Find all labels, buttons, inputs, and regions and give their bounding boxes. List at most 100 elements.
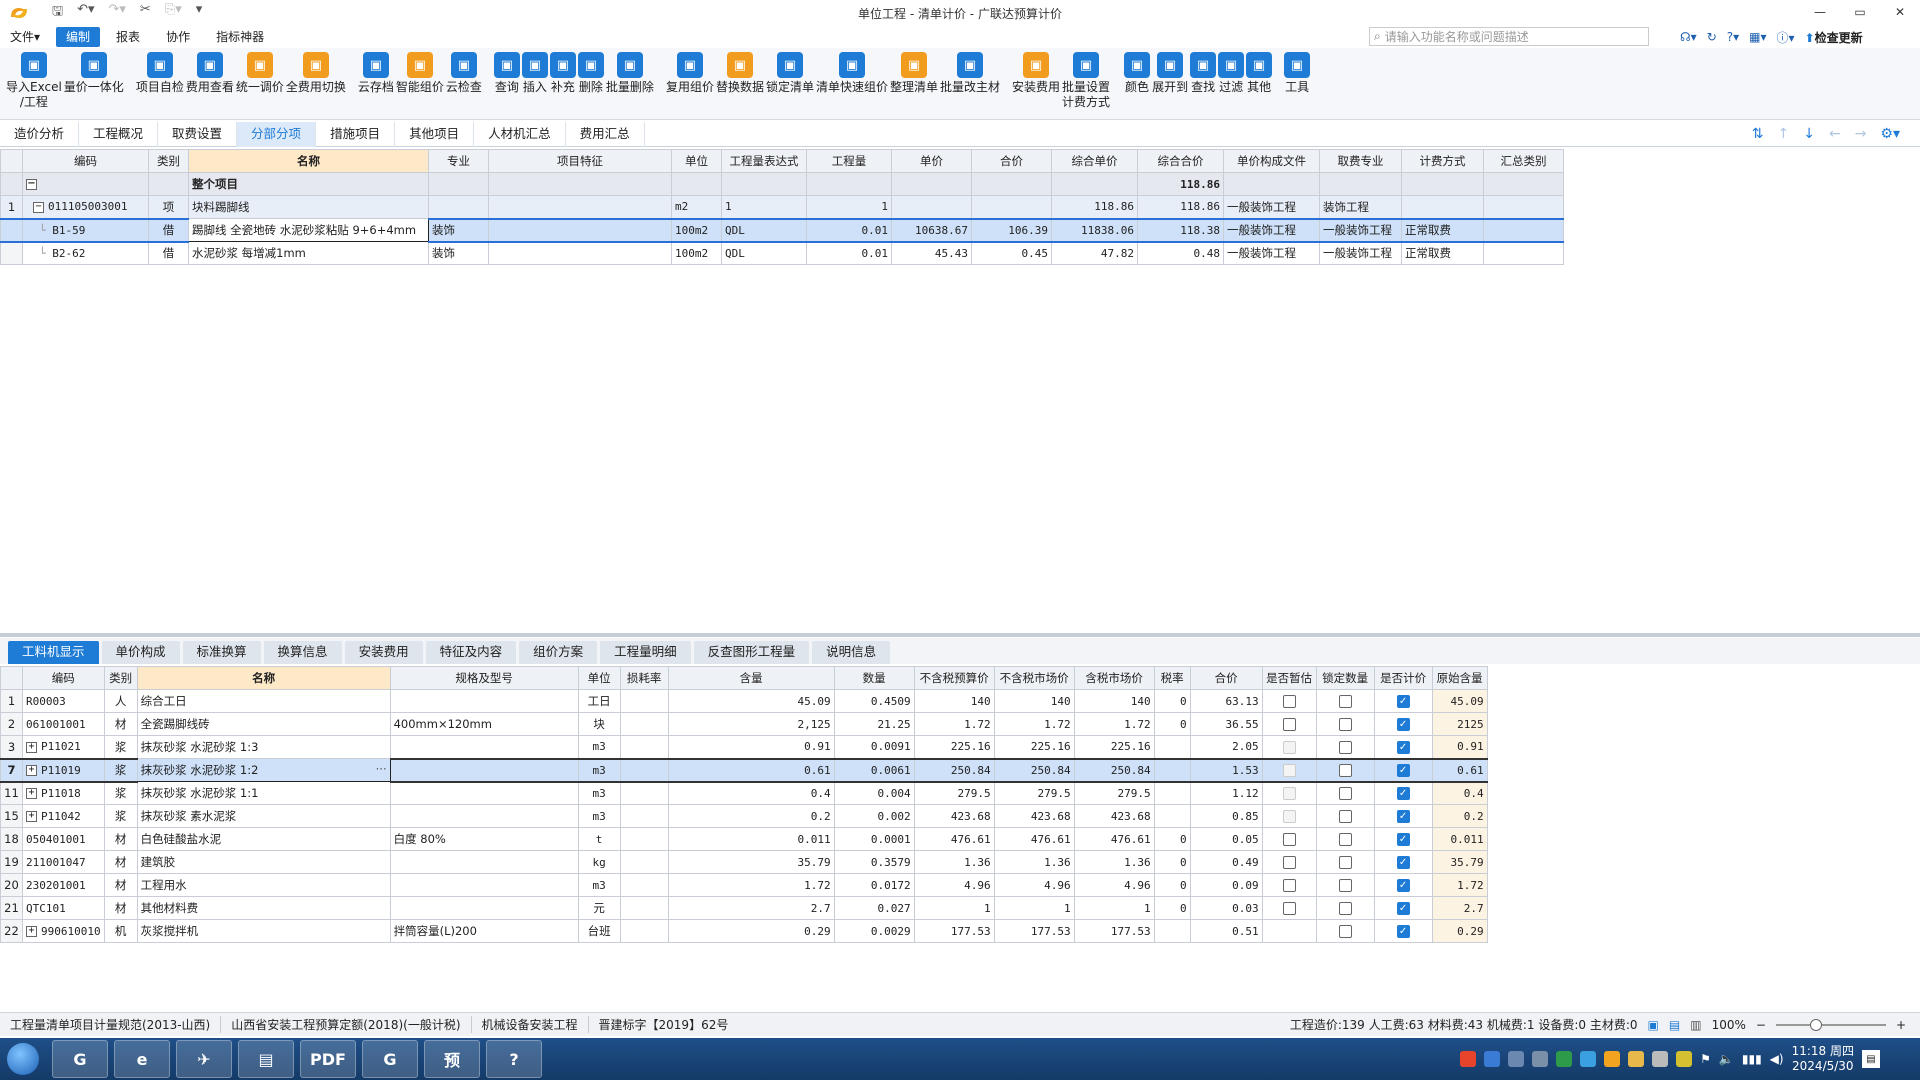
ribbon-button-10[interactable]: ▣ 插入 [521,48,548,95]
cell-cunit[interactable]: 47.82 [1051,241,1138,265]
cell-expr[interactable]: 1 [721,195,807,219]
column-header[interactable]: 综合合价 [1137,149,1224,173]
menu-edit[interactable]: 编制 [56,27,101,47]
ribbon-button-2[interactable]: ▣ 项目自检 [136,48,184,95]
cell-tp[interactable]: 4.96 [1073,873,1155,897]
column-header[interactable]: 合价 [1189,666,1263,690]
cell-unit[interactable]: m3 [577,735,621,759]
table-row[interactable]: 2 061001001 材全瓷踢脚线砖 400mm×120mm 块 2,125 21.25 1… [0,712,1488,736]
cell-content[interactable]: 0.61 [667,757,835,783]
help-icon[interactable]: ?▾ [1727,30,1739,44]
cell-qty[interactable]: 21.25 [833,712,915,736]
cell-bp[interactable]: 1 [913,896,995,920]
lock-quantity-checkbox[interactable] [1338,718,1352,731]
collapse-icon[interactable]: − [26,179,37,190]
tray-user-icon[interactable] [1508,1051,1525,1067]
cell-code[interactable]: QTC101 [22,896,105,920]
cell-lock[interactable] [1315,689,1375,713]
detail-tab-4[interactable]: 安装费用 [344,641,423,664]
cell-code[interactable]: 211001047 [22,850,105,874]
cell-feature[interactable] [488,217,672,243]
tray-folder-icon[interactable] [1628,1051,1645,1067]
cell-qty[interactable]: 0.004 [833,781,915,805]
cell-type[interactable]: 浆 [103,735,138,759]
billed-checkbox[interactable]: ✓ [1396,764,1410,777]
taskbar-ie-browser[interactable]: e [114,1040,170,1078]
cell-unit[interactable]: 块 [577,712,621,736]
column-header[interactable]: 单价构成文件 [1223,149,1320,173]
column-header[interactable]: 编码 [22,666,105,690]
expand-icon[interactable]: + [26,926,37,937]
estimate-checkbox[interactable] [1282,879,1296,892]
cell-content[interactable]: 0.2 [667,804,835,828]
table-row[interactable]: └ B2-62 借水泥砂浆 每增减1mm 装饰 100m2 QDL 0.01 45.43 0.… [0,241,1564,265]
ribbon-button-21[interactable]: ▣ 批量设置 计费方式 [1062,48,1110,110]
column-header[interactable]: 项目特征 [488,149,672,173]
cell-type[interactable]: 浆 [103,757,138,783]
cell-lock[interactable] [1315,781,1375,805]
table-row[interactable]: └ B1-59 借踢脚线 全瓷地砖 水泥砂浆粘贴 9+6+4mm 装饰 100m2 QD… [0,217,1564,243]
column-header[interactable]: 汇总类别 [1483,149,1564,173]
estimate-checkbox[interactable] [1282,787,1296,801]
table-row[interactable]: 1−011105003001 项块料踢脚线 m2 1 1 118.86 118.86 一般装饰… [0,195,1564,219]
menu-file[interactable]: 文件▾ [0,27,50,47]
cell-major[interactable]: 装饰 [428,217,489,243]
cell-fee[interactable]: 一般装饰工程 [1319,217,1402,243]
cell-tax[interactable] [1153,804,1191,828]
customize-icon[interactable]: ▾ [196,2,203,24]
detail-tab-1[interactable]: 单价构成 [101,641,180,664]
ribbon-button-14[interactable]: ▣ 复用组价 [666,48,714,95]
cell-orig[interactable]: 2125 [1431,712,1488,736]
tray-help-icon[interactable] [1484,1051,1501,1067]
expand-icon[interactable]: + [26,811,37,822]
cell-mp[interactable]: 279.5 [993,781,1075,805]
column-header[interactable]: 数量 [833,666,915,690]
view-column-icon[interactable]: ▥ [1690,1018,1701,1032]
tab-4[interactable]: 措施项目 [316,122,396,147]
cell-qty[interactable]: 0.0061 [833,757,915,783]
cell-price[interactable]: 45.43 [891,241,972,265]
table-row[interactable]: 3 + P11021 浆抹灰砂浆 水泥砂浆 1:3 m3 0.91 0.0091 225.16… [0,735,1488,759]
cell-tp[interactable]: 1.72 [1073,712,1155,736]
cell-content[interactable]: 1.72 [667,873,835,897]
cell-qty[interactable]: 0.3579 [833,850,915,874]
clock[interactable]: 11:18 周四 2024/5/30 [1792,1044,1854,1074]
billed-checkbox[interactable]: ✓ [1396,879,1410,892]
estimate-checkbox[interactable] [1282,695,1296,708]
estimate-checkbox[interactable] [1282,764,1296,777]
cell-billed[interactable]: ✓ [1373,757,1433,783]
cell-spec[interactable]: 拌筒容量(L)200 [389,919,579,943]
detail-tab-2[interactable]: 标准换算 [182,641,261,664]
lock-quantity-checkbox[interactable] [1338,695,1352,708]
cell-content[interactable]: 0.91 [667,735,835,759]
cell-lock[interactable] [1315,919,1375,943]
cell-estimate[interactable] [1261,804,1317,828]
cell-tax[interactable]: 0 [1153,873,1191,897]
cell-unit[interactable]: 100m2 [671,217,722,243]
billed-checkbox[interactable]: ✓ [1396,740,1410,754]
cell-bp[interactable]: 250.84 [913,757,995,783]
move-down-icon[interactable]: ↓ [1803,126,1815,142]
cell-spec[interactable]: 白度 80% [389,827,579,851]
cell-file[interactable]: 一般装饰工程 [1223,241,1320,265]
column-header[interactable]: 名称 [136,666,391,690]
cell-code[interactable]: + P11018 [22,781,105,805]
column-header[interactable]: 原始含量 [1431,666,1488,690]
cell-file[interactable]: 一般装饰工程 [1223,195,1320,219]
zoom-in-icon[interactable]: + [1896,1018,1906,1032]
cell-estimate[interactable] [1261,896,1317,920]
cell-unit[interactable]: m3 [577,757,621,783]
column-header[interactable]: 不含税预算价 [913,666,995,690]
cell-feature[interactable] [488,241,672,265]
cell-sum[interactable]: 63.13 [1189,689,1263,713]
tray-glodon-icon[interactable] [1604,1051,1621,1067]
cell-unit[interactable]: 元 [577,896,621,920]
cell-unit[interactable]: 工日 [577,689,621,713]
detail-tab-7[interactable]: 工程量明细 [600,641,691,664]
cell-content[interactable]: 45.09 [667,689,835,713]
cell-tp[interactable]: 279.5 [1073,781,1155,805]
cell-sum[interactable]: 0.51 [1189,919,1263,943]
cell-bp[interactable]: 423.68 [913,804,995,828]
cell-sum[interactable]: 0.49 [1189,850,1263,874]
cell-billed[interactable]: ✓ [1373,689,1433,713]
